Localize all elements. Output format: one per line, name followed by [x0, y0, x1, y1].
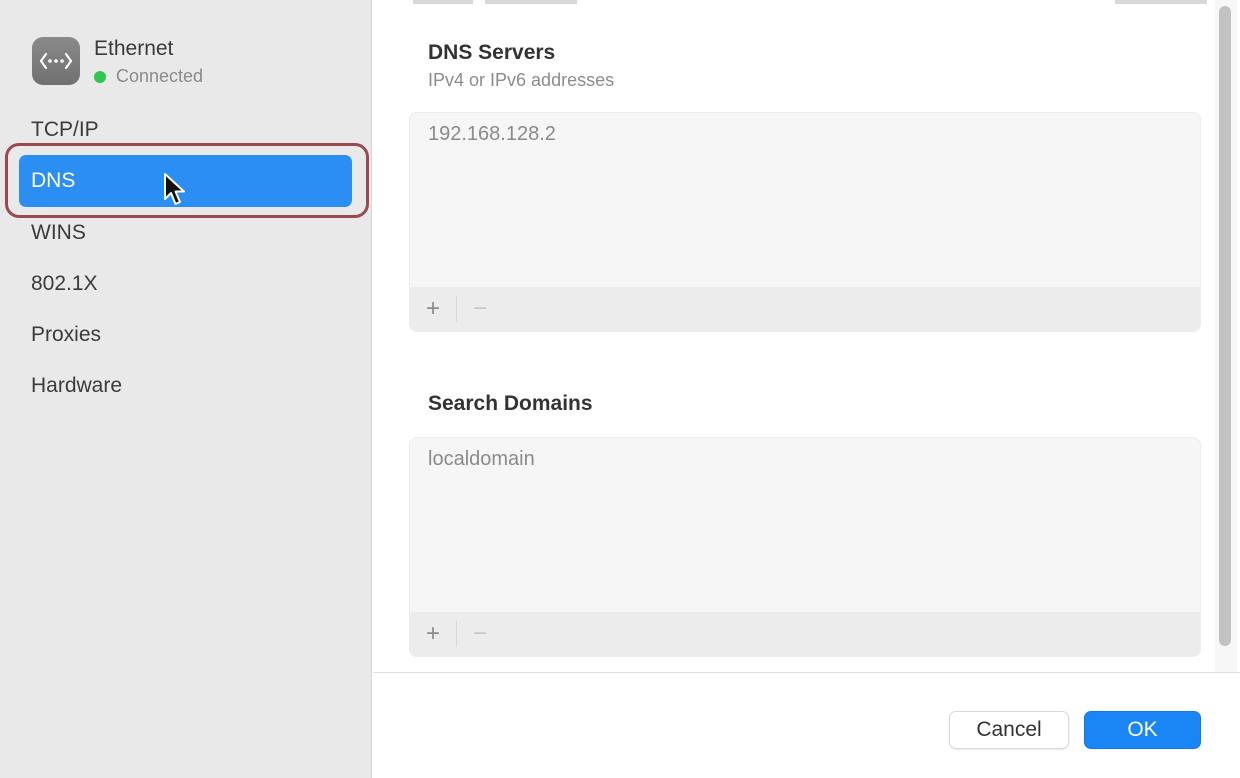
sidebar-item-proxies[interactable]: Proxies [19, 309, 352, 360]
add-dns-server-button[interactable]: + [410, 287, 456, 331]
sidebar-item-label: Hardware [31, 374, 123, 397]
sidebar-nav: TCP/IP DNS WINS 802.1X Proxies Hardware [19, 104, 352, 411]
ok-button[interactable]: OK [1084, 711, 1201, 749]
dns-servers-list-footer: + − [410, 287, 1200, 331]
dns-servers-subtitle: IPv4 or IPv6 addresses [428, 70, 615, 90]
remove-dns-server-button[interactable]: − [457, 287, 503, 331]
sidebar-item-tcpip[interactable]: TCP/IP [19, 104, 352, 155]
interface-name: Ethernet [94, 37, 174, 60]
interface-status-label: Connected [116, 66, 204, 86]
sidebar-item-label: TCP/IP [31, 118, 99, 141]
sidebar-item-label: Proxies [31, 323, 102, 346]
list-item[interactable]: localdomain [410, 438, 1200, 480]
sidebar-item-wins[interactable]: WINS [19, 207, 352, 258]
sidebar-item-label: DNS [31, 169, 76, 192]
sidebar-item-8021x[interactable]: 802.1X [19, 258, 352, 309]
clipped-header-fragment [485, 0, 577, 4]
dns-servers-list[interactable]: 192.168.128.2 + − [409, 112, 1201, 332]
add-search-domain-button[interactable]: + [410, 612, 456, 656]
list-item[interactable]: 192.168.128.2 [410, 113, 1200, 155]
sidebar-item-label: 802.1X [31, 272, 98, 295]
search-domains-title: Search Domains [428, 392, 593, 415]
cancel-button[interactable]: Cancel [949, 711, 1069, 749]
network-ethernet-icon [32, 37, 80, 85]
footer-divider [373, 672, 1240, 673]
remove-search-domain-button[interactable]: − [457, 612, 503, 656]
sidebar-item-dns[interactable]: DNS [19, 155, 352, 207]
search-domains-list-footer: + − [410, 612, 1200, 656]
sidebar-item-label: WINS [31, 221, 86, 244]
status-dot-icon [94, 70, 106, 83]
clipped-header-fragment [413, 0, 473, 4]
dns-servers-title: DNS Servers [428, 41, 556, 64]
sidebar-item-hardware[interactable]: Hardware [19, 360, 352, 411]
search-domains-list[interactable]: localdomain + − [409, 437, 1201, 657]
dns-settings-pane: DNS Servers IPv4 or IPv6 addresses 192.1… [373, 0, 1240, 778]
scrollbar-thumb[interactable] [1219, 6, 1231, 646]
sidebar: Ethernet Connected TCP/IP DNS WINS 802.1… [0, 0, 372, 778]
interface-status: Connected [94, 66, 203, 87]
clipped-header-fragment [1115, 0, 1207, 4]
network-dns-settings-window: Ethernet Connected TCP/IP DNS WINS 802.1… [0, 0, 1240, 778]
